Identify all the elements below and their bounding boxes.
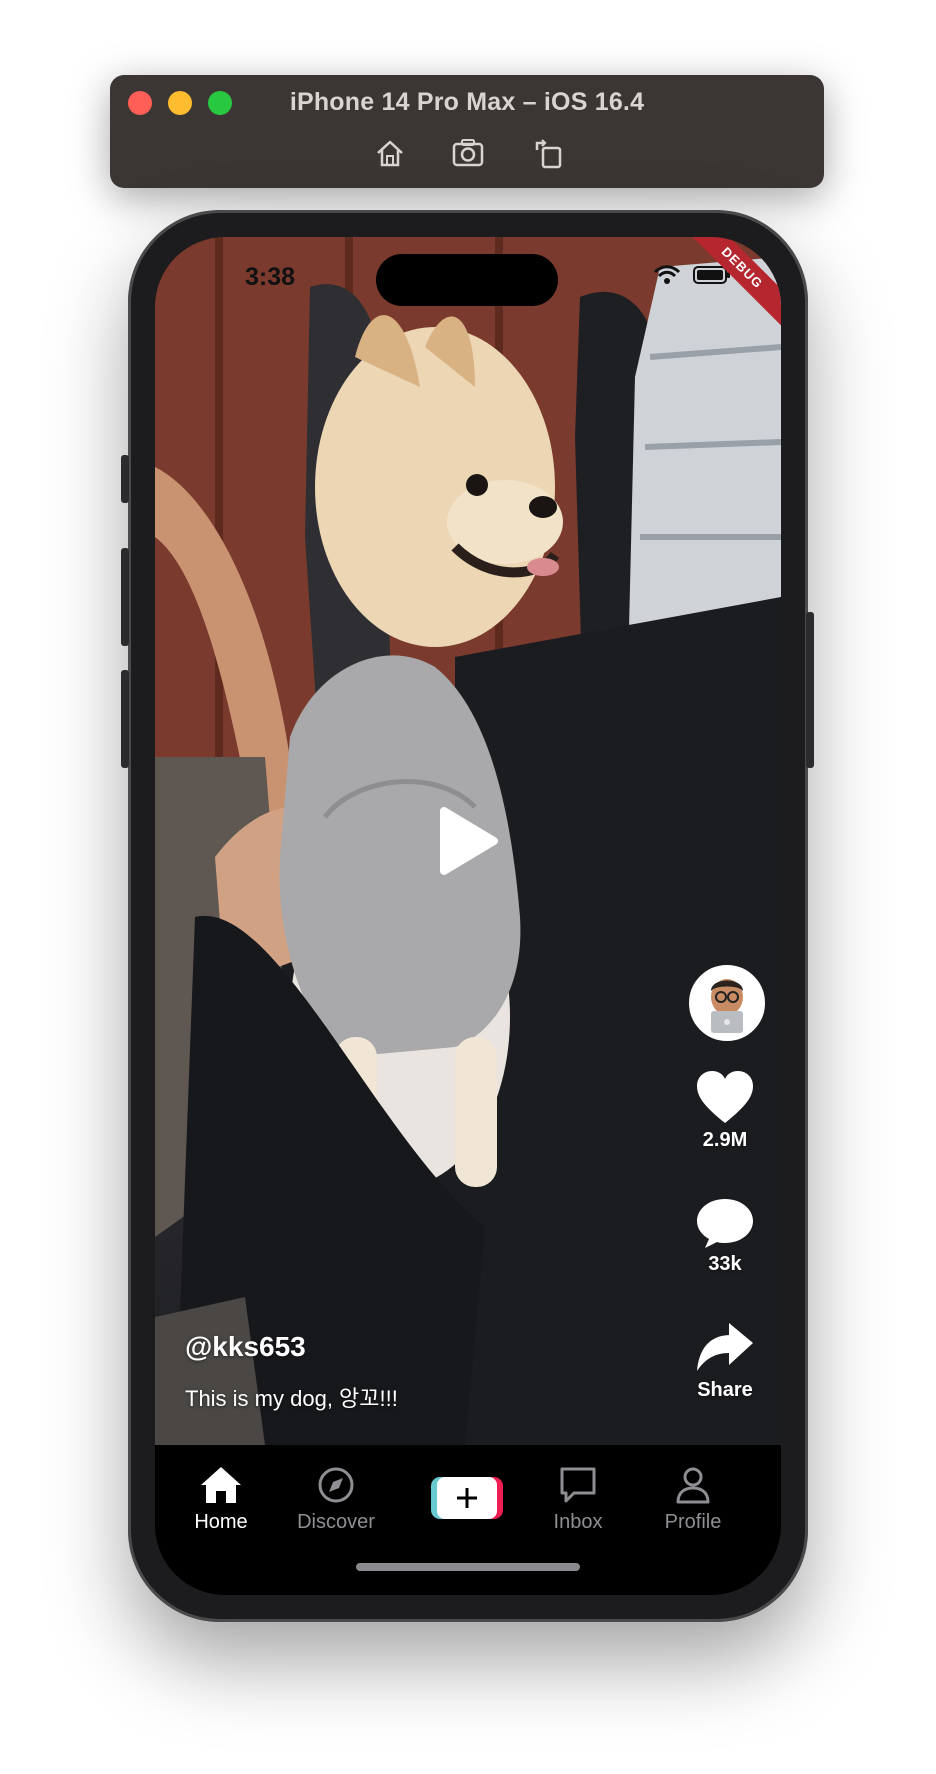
home-icon (201, 1467, 241, 1503)
status-icons (653, 265, 731, 285)
dynamic-island (376, 254, 558, 306)
simulator-titlebar: iPhone 14 Pro Max – iOS 16.4 (110, 75, 824, 188)
play-button[interactable] (438, 805, 500, 877)
tab-profile-label: Profile (664, 1511, 722, 1533)
person-icon (676, 1467, 710, 1504)
tab-discover-label: Discover (297, 1511, 375, 1533)
create-video-button[interactable] (431, 1477, 503, 1519)
like-count: 2.9M (702, 1129, 748, 1151)
bottom-tab-bar: Home Discover Inbox Profile (155, 1445, 781, 1595)
power-button (806, 612, 814, 768)
tab-profile[interactable]: Profile (638, 1465, 748, 1534)
home-icon (377, 140, 403, 167)
like-button[interactable]: 2.9M (684, 1071, 766, 1152)
tab-inbox[interactable]: Inbox (523, 1465, 633, 1534)
video-caption: @kks653 This is my dog, 앙꼬!!! (185, 1331, 398, 1413)
share-icon (697, 1323, 753, 1371)
volume-up-button (121, 548, 129, 646)
tab-home[interactable]: Home (166, 1465, 276, 1534)
volume-down-button (121, 670, 129, 768)
simulator-screenshot-button[interactable] (450, 135, 486, 171)
video-description: This is my dog, 앙꼬!!! (185, 1386, 398, 1411)
phone-screen: 3:38 DEBUG 2.9M 33k Share @kks653 This i… (155, 237, 781, 1595)
comment-icon (697, 1199, 753, 1248)
video-username[interactable]: @kks653 (185, 1331, 398, 1363)
home-indicator[interactable] (356, 1563, 580, 1571)
add-icon (431, 1477, 503, 1519)
share-label: Share (697, 1379, 753, 1401)
simulator-home-button[interactable] (372, 135, 408, 171)
screenshot-icon (452, 139, 484, 167)
tab-discover[interactable]: Discover (281, 1465, 391, 1534)
simulator-rotate-button[interactable] (530, 135, 566, 171)
mute-switch (121, 455, 129, 503)
video-player[interactable]: 3:38 DEBUG 2.9M 33k Share @kks653 This i… (155, 237, 781, 1445)
share-button[interactable]: Share (684, 1323, 766, 1402)
status-time: 3:38 (245, 263, 296, 291)
tab-inbox-label: Inbox (553, 1511, 603, 1533)
heart-icon (697, 1071, 753, 1123)
comment-button[interactable]: 33k (684, 1197, 766, 1276)
compass-icon (318, 1467, 354, 1503)
wifi-icon (653, 265, 681, 284)
tab-home-label: Home (194, 1511, 248, 1533)
message-icon (560, 1467, 596, 1503)
rotate-icon (535, 139, 562, 169)
play-icon (440, 807, 498, 875)
comment-count: 33k (708, 1253, 742, 1275)
memoji-avatar-icon (691, 967, 763, 1039)
creator-avatar[interactable] (689, 965, 765, 1041)
simulator-title: iPhone 14 Pro Max – iOS 16.4 (289, 88, 645, 116)
